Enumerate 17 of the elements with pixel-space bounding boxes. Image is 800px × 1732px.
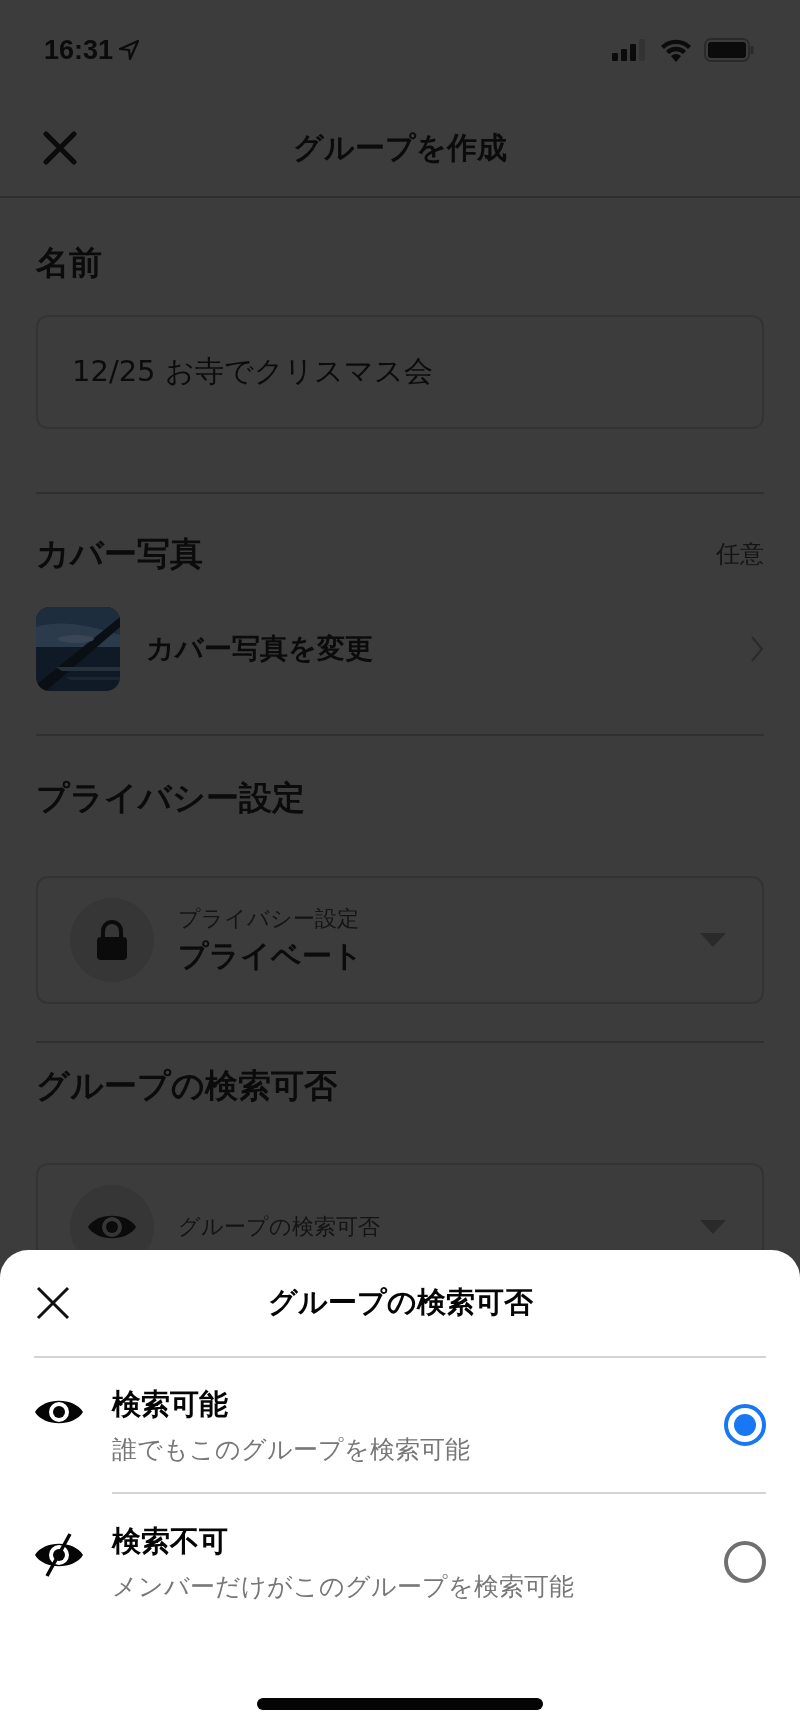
radio-button[interactable] [724,1404,766,1446]
option-title: 検索不可 [112,1522,229,1560]
wifi-icon [660,38,692,62]
lock-icon [96,920,128,960]
battery-icon [704,38,754,62]
option-row[interactable]: 検索不可 メンバーだけがこのグループを検索可能 [0,1494,800,1630]
close-icon [36,1286,70,1320]
close-icon [43,131,77,165]
option-row[interactable]: 検索可能 誰でもこのグループを検索可能 [0,1358,800,1494]
option-description: メンバーだけがこのグループを検索可能 [112,1570,575,1603]
option-title: 検索可能 [112,1385,229,1423]
close-button[interactable] [36,1286,72,1322]
option-description: 誰でもこのグループを検索可能 [112,1433,471,1466]
radio-button[interactable] [724,1541,766,1583]
location-arrow-icon [119,40,140,60]
signal-icon [612,39,648,61]
eye-slash-icon [34,1532,84,1578]
